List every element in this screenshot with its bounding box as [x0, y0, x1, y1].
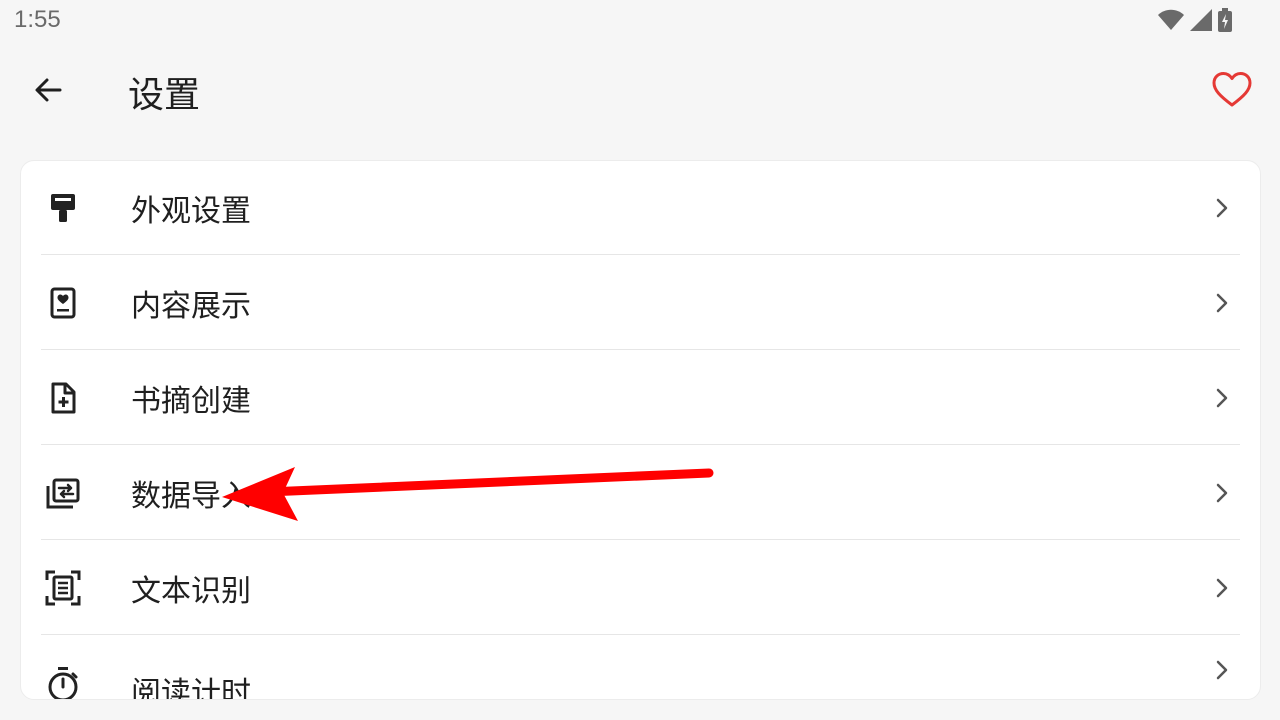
setting-content-display[interactable]: 内容展示	[41, 256, 1240, 350]
battery-charging-icon	[1218, 8, 1232, 36]
setting-appearance[interactable]: 外观设置	[41, 161, 1240, 255]
heart-outline-icon	[1212, 72, 1252, 112]
setting-excerpt-create[interactable]: 书摘创建	[41, 351, 1240, 445]
setting-label: 文本识别	[131, 574, 251, 609]
timer-icon	[43, 664, 83, 699]
favorite-button[interactable]	[1208, 68, 1256, 116]
arrow-back-icon	[32, 74, 64, 110]
chevron-right-icon	[1210, 658, 1234, 682]
back-button[interactable]	[24, 68, 72, 116]
setting-label: 外观设置	[131, 194, 251, 229]
paint-roller-icon	[43, 188, 83, 228]
setting-label: 书摘创建	[131, 384, 251, 419]
import-icon	[43, 473, 83, 513]
page-title: 设置	[128, 75, 201, 116]
setting-text-recognition[interactable]: 文本识别	[41, 541, 1240, 635]
chevron-right-icon	[1210, 576, 1234, 600]
divider	[41, 444, 1240, 445]
app-bar: 设置	[0, 44, 1280, 140]
setting-label: 内容展示	[131, 289, 251, 324]
setting-label: 阅读计时	[131, 676, 251, 700]
chevron-right-icon	[1210, 196, 1234, 220]
divider	[41, 634, 1240, 635]
wifi-icon	[1158, 9, 1184, 35]
divider	[41, 254, 1240, 255]
signal-icon	[1190, 9, 1212, 35]
settings-card: 外观设置 内容展示 书摘创建 数据导入 文本识别 阅读计时	[20, 160, 1261, 700]
document-scanner-icon	[43, 568, 83, 608]
setting-data-import[interactable]: 数据导入	[41, 446, 1240, 540]
status-bar: 1:55	[0, 0, 1280, 44]
chevron-right-icon	[1210, 481, 1234, 505]
setting-reading-timer[interactable]: 阅读计时	[41, 636, 1240, 700]
chevron-right-icon	[1210, 386, 1234, 410]
divider	[41, 349, 1240, 350]
status-icons	[1158, 8, 1232, 36]
setting-label: 数据导入	[131, 479, 251, 514]
chevron-right-icon	[1210, 291, 1234, 315]
note-add-icon	[43, 378, 83, 418]
status-time: 1:55	[14, 6, 61, 33]
book-heart-icon	[43, 283, 83, 323]
divider	[41, 539, 1240, 540]
